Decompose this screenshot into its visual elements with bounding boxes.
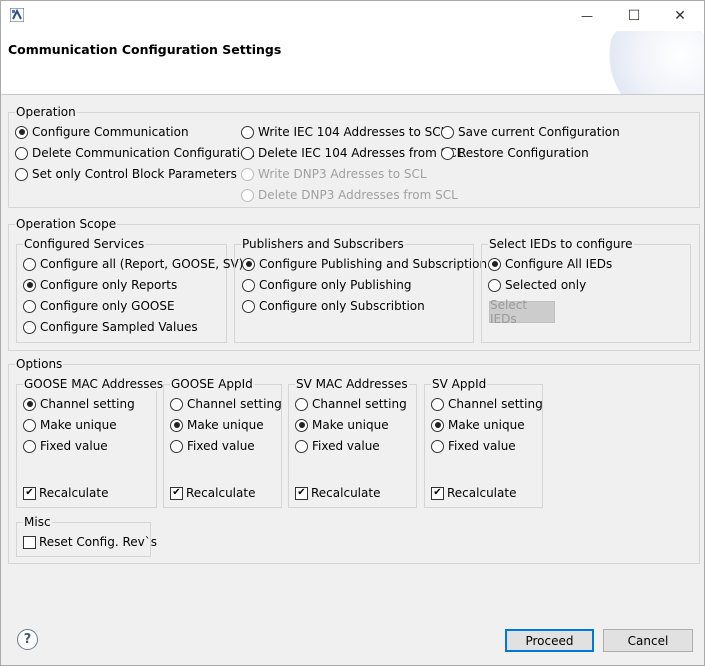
- misc-label: Misc: [23, 515, 52, 529]
- radio-icon: [488, 257, 501, 271]
- radio-icon: [241, 188, 254, 202]
- svc-configure-all[interactable]: Configure all (Report, GOOSE, SV): [23, 256, 243, 272]
- title-bar: — ☐ ✕: [1, 1, 704, 31]
- header-decoration: [604, 31, 704, 94]
- radio-icon: [241, 125, 254, 139]
- minimize-icon: —: [581, 9, 593, 23]
- maximize-icon: ☐: [627, 8, 641, 24]
- op-delete-dnp3: Delete DNP3 Addresses from SCL: [241, 187, 458, 203]
- radio-icon: [23, 439, 36, 453]
- goose-mac-unique[interactable]: Make unique: [23, 417, 117, 433]
- sv-mac-label: SV MAC Addresses: [295, 377, 409, 391]
- radio-icon: [170, 418, 183, 432]
- dialog-title: Communication Configuration Settings: [8, 42, 282, 57]
- sv-appid-fixed[interactable]: Fixed value: [431, 438, 516, 454]
- radio-icon: [241, 167, 254, 181]
- app-icon: [10, 8, 24, 22]
- sv-appid-channel[interactable]: Channel setting: [431, 396, 543, 412]
- svc-configure-reports[interactable]: Configure only Reports: [23, 277, 177, 293]
- radio-icon: [295, 418, 308, 432]
- select-ieds-button: Select IEDs: [489, 298, 555, 326]
- op-save-configuration[interactable]: Save current Configuration: [441, 124, 620, 140]
- goose-appid-fixed[interactable]: Fixed value: [170, 438, 255, 454]
- pub-only-subscription[interactable]: Configure only Subscribtion: [242, 298, 425, 314]
- radio-icon: [441, 146, 454, 160]
- radio-icon: [431, 439, 444, 453]
- sv-appid-recalculate[interactable]: ✔ Recalculate: [431, 485, 516, 501]
- sv-appid-unique[interactable]: Make unique: [431, 417, 525, 433]
- sv-mac-channel[interactable]: Channel setting: [295, 396, 407, 412]
- checkmark-icon: ✔: [295, 486, 308, 500]
- radio-icon: [295, 397, 308, 411]
- radio-icon: [23, 257, 36, 271]
- radio-icon: [242, 278, 255, 292]
- op-delete-communication[interactable]: Delete Communication Configuration: [15, 145, 255, 161]
- goose-mac-channel[interactable]: Channel setting: [23, 396, 135, 412]
- sv-mac-recalculate[interactable]: ✔ Recalculate: [295, 485, 380, 501]
- op-restore-configuration[interactable]: Restore Configuration: [441, 145, 589, 161]
- cancel-button[interactable]: Cancel: [603, 629, 693, 652]
- ied-configure-all[interactable]: Configure All IEDs: [488, 256, 612, 272]
- options-label: Options: [15, 357, 64, 371]
- dialog-window: — ☐ ✕ Communication Configuration Settin…: [0, 0, 705, 666]
- radio-icon: [431, 418, 444, 432]
- sv-mac-unique[interactable]: Make unique: [295, 417, 389, 433]
- radio-icon: [15, 146, 28, 160]
- ieds-label: Select IEDs to configure: [488, 237, 634, 251]
- radio-icon: [15, 125, 28, 139]
- radio-icon: [23, 299, 36, 313]
- radio-icon: [241, 146, 254, 160]
- goose-appid-channel[interactable]: Channel setting: [170, 396, 282, 412]
- op-write-dnp3: Write DNP3 Adresses to SCL: [241, 166, 427, 182]
- minimize-button[interactable]: —: [564, 1, 610, 31]
- maximize-button[interactable]: ☐: [611, 1, 657, 31]
- goose-appid-label: GOOSE AppId: [170, 377, 254, 391]
- checkbox-icon: [23, 535, 36, 549]
- op-set-control-block[interactable]: Set only Control Block Parameters: [15, 166, 237, 182]
- ied-selected-only[interactable]: Selected only: [488, 277, 586, 293]
- radio-icon: [242, 257, 255, 271]
- close-button[interactable]: ✕: [657, 1, 703, 31]
- close-icon: ✕: [674, 8, 686, 24]
- checkmark-icon: ✔: [431, 486, 444, 500]
- radio-icon: [488, 278, 501, 292]
- op-configure-communication[interactable]: Configure Communication: [15, 124, 189, 140]
- dialog-header: Communication Configuration Settings: [1, 31, 704, 95]
- radio-icon: [170, 439, 183, 453]
- radio-icon: [23, 397, 36, 411]
- sv-mac-fixed[interactable]: Fixed value: [295, 438, 380, 454]
- goose-mac-label: GOOSE MAC Addresses: [23, 377, 165, 391]
- radio-icon: [441, 125, 454, 139]
- radio-icon: [15, 167, 28, 181]
- radio-icon: [170, 397, 183, 411]
- checkmark-icon: ✔: [23, 486, 36, 500]
- publishers-label: Publishers and Subscribers: [241, 237, 405, 251]
- radio-icon: [23, 418, 36, 432]
- radio-icon: [242, 299, 255, 313]
- radio-icon: [295, 439, 308, 453]
- help-icon[interactable]: ?: [17, 629, 38, 650]
- configured-services-label: Configured Services: [23, 237, 146, 251]
- svc-configure-sv[interactable]: Configure Sampled Values: [23, 319, 198, 335]
- goose-appid-recalculate[interactable]: ✔ Recalculate: [170, 485, 255, 501]
- proceed-button[interactable]: Proceed: [505, 629, 594, 652]
- goose-mac-recalculate[interactable]: ✔ Recalculate: [23, 485, 108, 501]
- op-write-iec104[interactable]: Write IEC 104 Addresses to SCL: [241, 124, 447, 140]
- checkmark-icon: ✔: [170, 486, 183, 500]
- op-delete-iec104[interactable]: Delete IEC 104 Adresses from SCL: [241, 145, 463, 161]
- pub-publishing-subscription[interactable]: Configure Publishing and Subscription: [242, 256, 487, 272]
- radio-icon: [431, 397, 444, 411]
- sv-appid-label: SV AppId: [431, 377, 488, 391]
- goose-appid-unique[interactable]: Make unique: [170, 417, 264, 433]
- goose-mac-fixed[interactable]: Fixed value: [23, 438, 108, 454]
- operation-label: Operation: [15, 105, 77, 119]
- reset-config-rev-checkbox[interactable]: Reset Config. Rev`s: [23, 534, 157, 550]
- radio-icon: [23, 320, 36, 334]
- radio-icon: [23, 278, 36, 292]
- svc-configure-goose[interactable]: Configure only GOOSE: [23, 298, 175, 314]
- pub-only-publishing[interactable]: Configure only Publishing: [242, 277, 412, 293]
- operation-scope-label: Operation Scope: [15, 217, 118, 231]
